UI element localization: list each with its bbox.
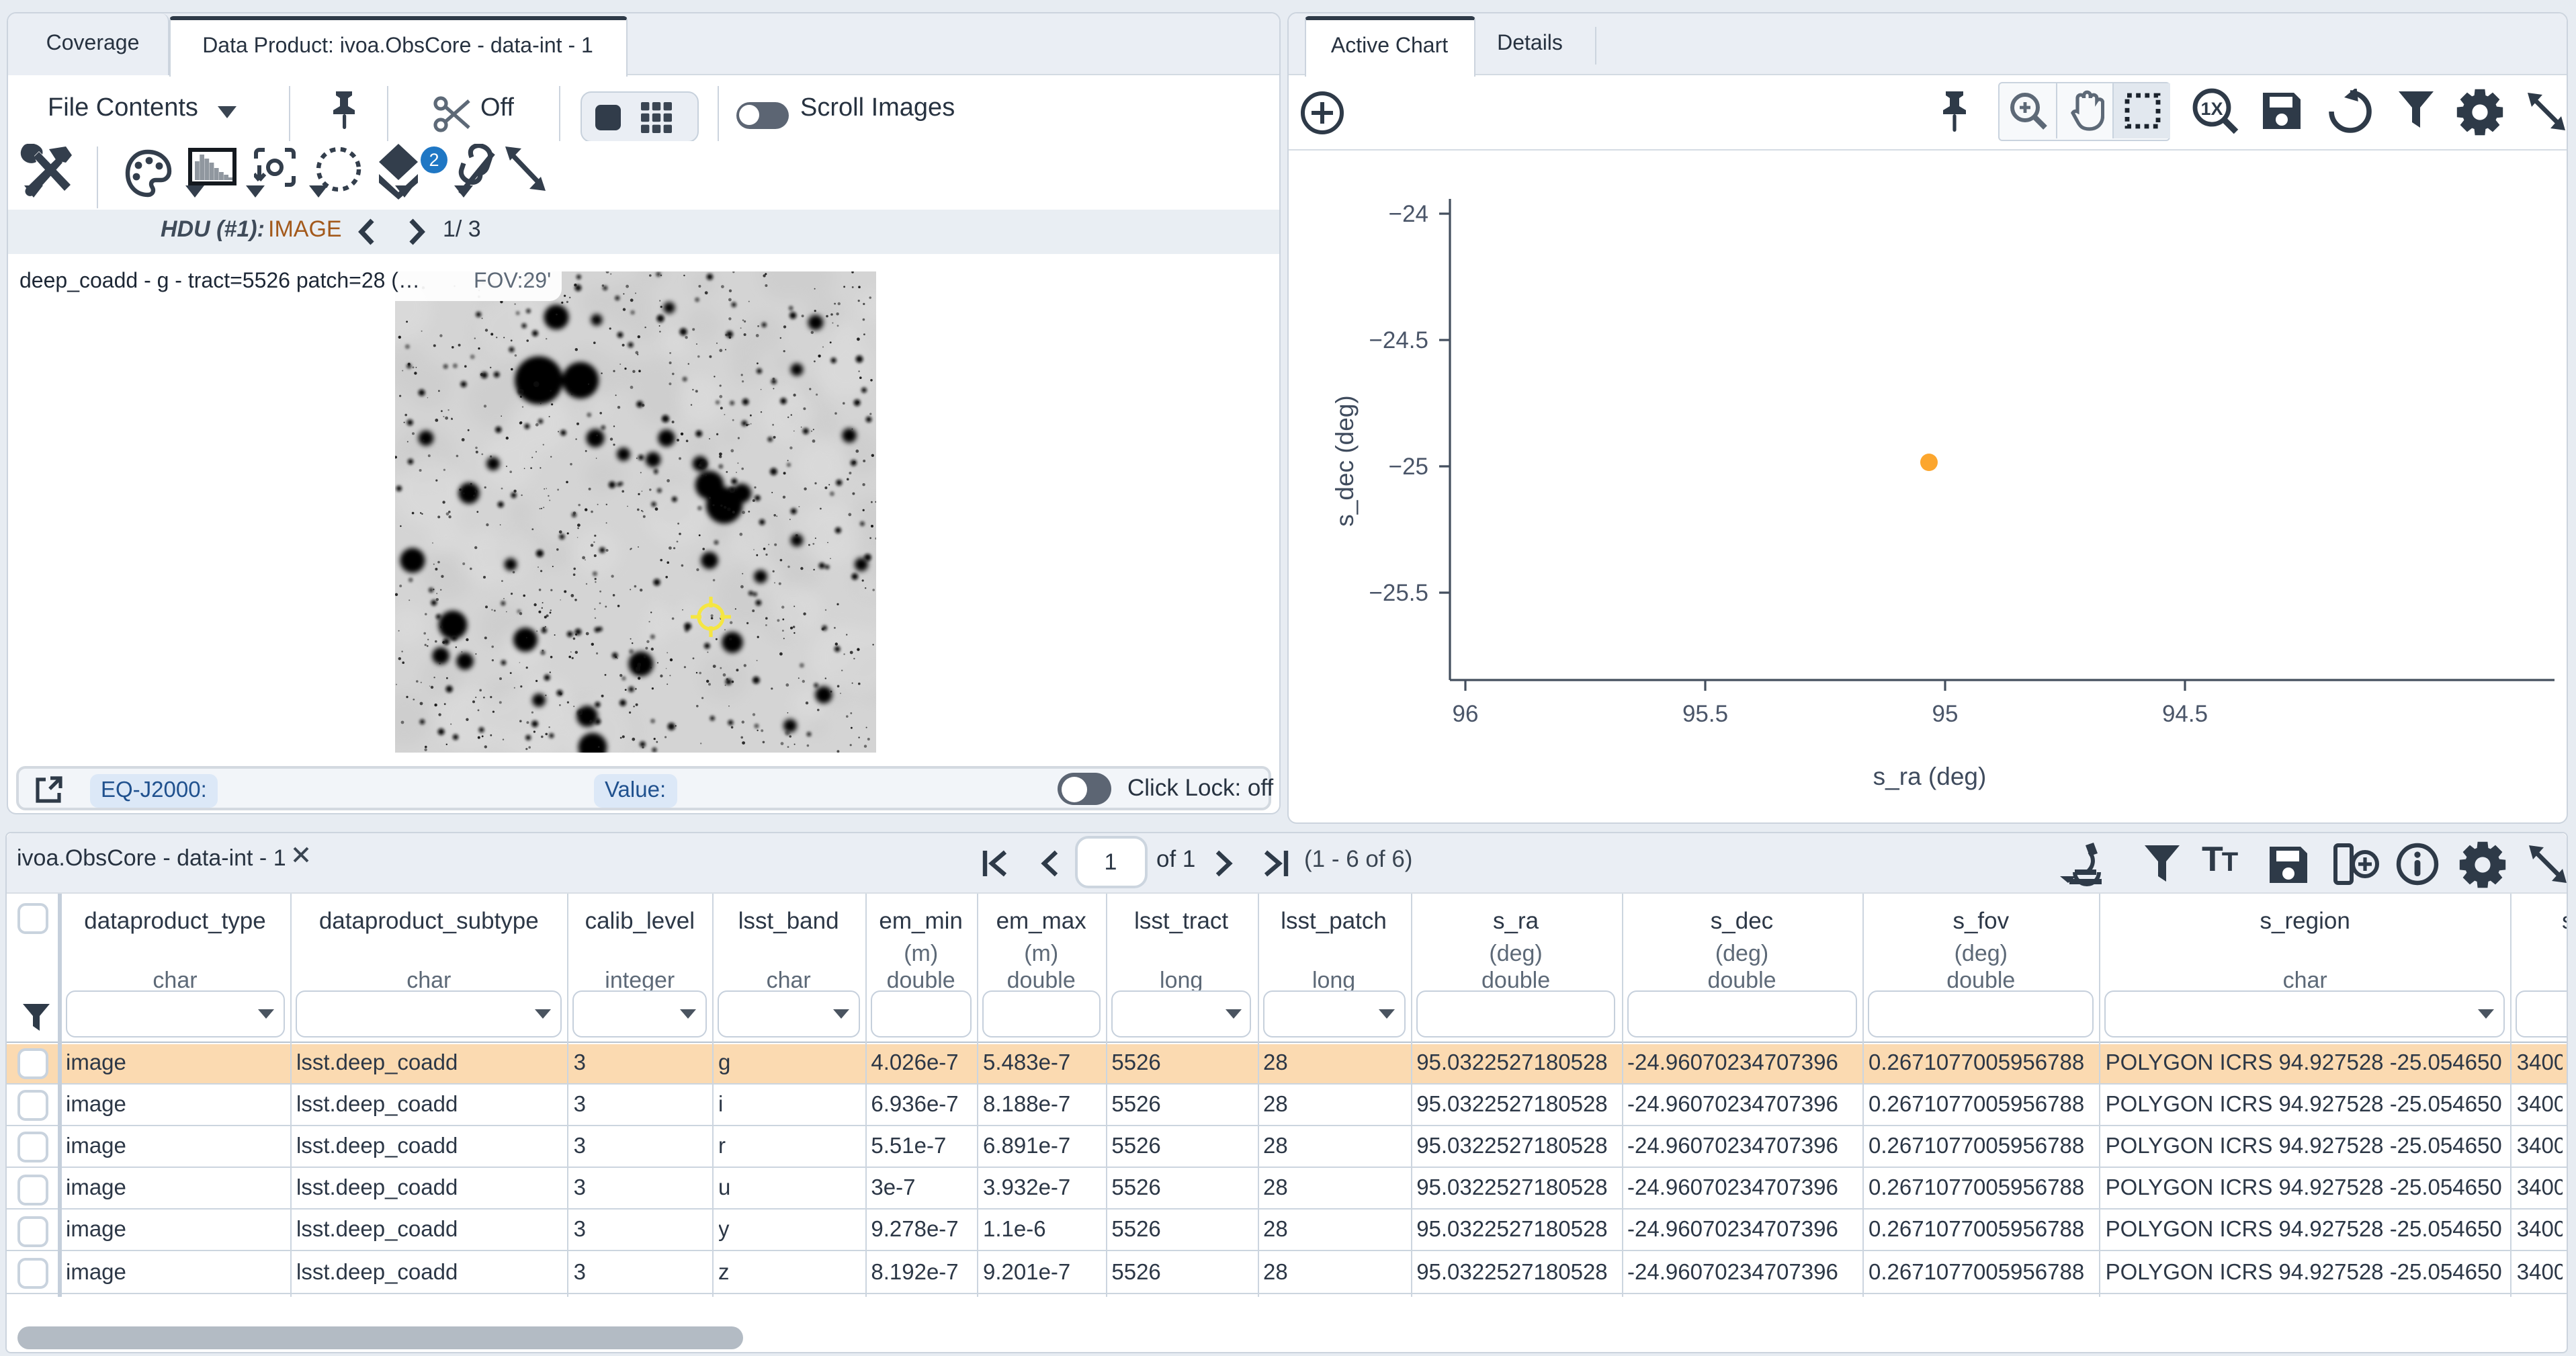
svg-text:s_dec (deg): s_dec (deg) xyxy=(1330,395,1358,526)
svg-text:−24.5: −24.5 xyxy=(1368,327,1428,353)
svg-text:95: 95 xyxy=(1932,701,1958,727)
svg-text:s_ra (deg): s_ra (deg) xyxy=(1873,763,1986,790)
svg-text:96: 96 xyxy=(1452,701,1478,727)
svg-text:−24: −24 xyxy=(1388,201,1428,227)
svg-text:−25: −25 xyxy=(1388,454,1428,480)
svg-text:2: 2 xyxy=(428,150,438,170)
svg-text:94.5: 94.5 xyxy=(2161,701,2207,727)
svg-text:−25.5: −25.5 xyxy=(1368,580,1428,606)
svg-text:1X: 1X xyxy=(2200,98,2222,118)
svg-text:95.5: 95.5 xyxy=(1682,701,1727,727)
